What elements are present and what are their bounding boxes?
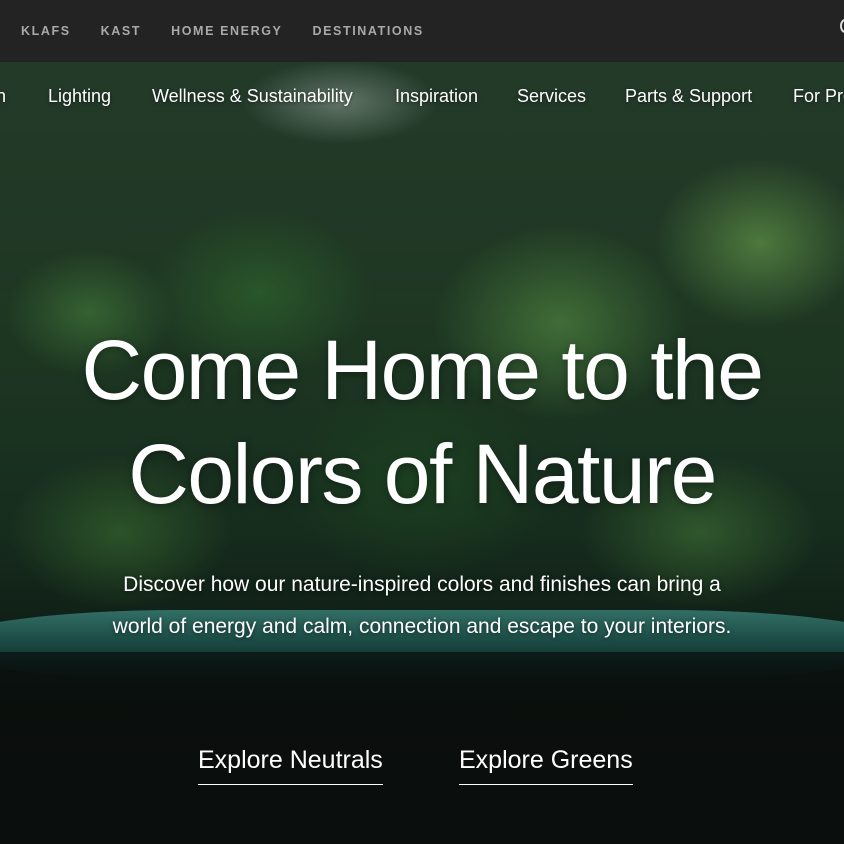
nav-item-parts-support[interactable]: Parts & Support (625, 86, 752, 107)
nav-item-inspiration[interactable]: Inspiration (395, 86, 478, 107)
utility-icon[interactable] (840, 19, 844, 33)
explore-greens-link[interactable]: Explore Greens (459, 746, 633, 785)
brand-bar: KLAFS KAST HOME ENERGY DESTINATIONS (0, 0, 844, 62)
nav-item-truncated[interactable]: n (0, 86, 6, 107)
hero-headline-line-1: Come Home to the (81, 323, 764, 417)
brand-link-destinations[interactable]: DESTINATIONS (312, 24, 423, 38)
hero-subtext: Discover how our nature-inspired colors … (112, 573, 732, 638)
hero-headline-line-2: Colors of Nature (128, 427, 717, 521)
brand-link-kast[interactable]: KAST (101, 24, 141, 38)
brand-link-klafs[interactable]: KLAFS (21, 24, 71, 38)
nav-item-lighting[interactable]: Lighting (48, 86, 111, 107)
nav-item-for-pro[interactable]: For Pro (793, 86, 844, 107)
brand-link-home-energy[interactable]: HOME ENERGY (171, 24, 282, 38)
explore-neutrals-link[interactable]: Explore Neutrals (198, 746, 383, 785)
nav-item-services[interactable]: Services (517, 86, 586, 107)
hero-headline: Come Home to the Colors of Nature (0, 318, 844, 526)
nav-item-wellness-sustainability[interactable]: Wellness & Sustainability (152, 86, 353, 107)
